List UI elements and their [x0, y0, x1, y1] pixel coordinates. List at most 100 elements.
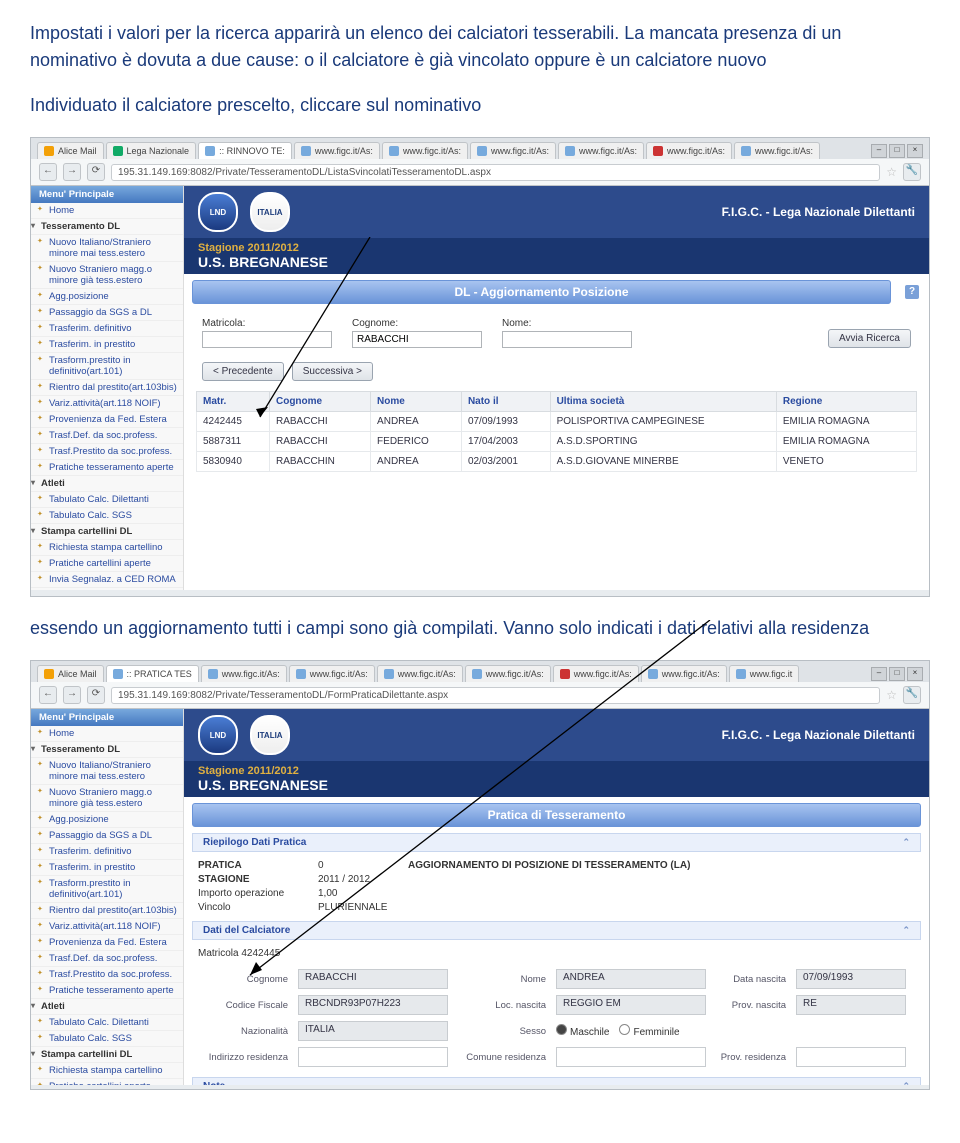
browser-tab[interactable]: www.figc.it/As: [465, 665, 551, 682]
table-row[interactable]: 5830940RABACCHINANDREA 02/03/2001A.S.D.G… [197, 452, 917, 472]
next-page-button[interactable]: Successiva > [292, 362, 373, 381]
menu-item[interactable]: Tabulato Calc. Dilettanti [31, 1015, 183, 1031]
menu-section-atleti[interactable]: Atleti [31, 476, 183, 492]
browser-tab[interactable]: Alice Mail [37, 665, 104, 682]
menu-item[interactable]: Tabulato Calc. SGS [31, 508, 183, 524]
menu-section-tesseramento[interactable]: Tesseramento DL [31, 742, 183, 758]
favicon-icon [648, 669, 658, 679]
menu-item[interactable]: Rientro dal prestito(art.103bis) [31, 380, 183, 396]
menu-item[interactable]: Trasferim. definitivo [31, 321, 183, 337]
browser-tab[interactable]: www.figc.it/As: [289, 665, 375, 682]
close-icon[interactable]: × [907, 667, 923, 681]
back-button[interactable]: ← [39, 686, 57, 704]
menu-item[interactable]: Pratiche tesseramento aperte [31, 983, 183, 999]
minimize-icon[interactable]: – [871, 144, 887, 158]
close-icon[interactable]: × [907, 144, 923, 158]
menu-item[interactable]: Trasf.Def. da soc.profess. [31, 951, 183, 967]
menu-item[interactable]: Passaggio da SGS a DL [31, 828, 183, 844]
reload-button[interactable]: ⟳ [87, 163, 105, 181]
menu-section-tesseramento[interactable]: Tesseramento DL [31, 219, 183, 235]
menu-item[interactable]: Cambia Area [31, 588, 183, 590]
menu-item[interactable]: Rientro dal prestito(art.103bis) [31, 903, 183, 919]
comune-input[interactable] [556, 1047, 706, 1067]
prev-page-button[interactable]: < Precedente [202, 362, 284, 381]
menu-item[interactable]: Trasform.prestito in definitivo(art.101) [31, 353, 183, 380]
browser-tab[interactable]: :: PRATICA TES [106, 665, 199, 682]
maximize-icon[interactable]: □ [889, 144, 905, 158]
menu-section-atleti[interactable]: Atleti [31, 999, 183, 1015]
menu-item[interactable]: Trasf.Prestito da soc.profess. [31, 967, 183, 983]
forward-button[interactable]: → [63, 163, 81, 181]
menu-item[interactable]: Provenienza da Fed. Estera [31, 412, 183, 428]
browser-tab[interactable]: www.figc.it/As: [377, 665, 463, 682]
browser-tab[interactable]: Alice Mail [37, 142, 104, 159]
table-row[interactable]: 4242445RABACCHIANDREA 07/09/1993POLISPOR… [197, 412, 917, 432]
menu-item[interactable]: Nuovo Italiano/Straniero minore mai tess… [31, 235, 183, 262]
browser-tab[interactable]: www.figc.it/As: [646, 142, 732, 159]
bookmark-icon[interactable]: ☆ [886, 688, 897, 702]
nazionalita-value[interactable]: ITALIA [298, 1021, 448, 1041]
matricola-input[interactable] [202, 331, 332, 348]
browser-tab[interactable]: www.figc.it/As: [734, 142, 820, 159]
reload-button[interactable]: ⟳ [87, 686, 105, 704]
menu-item[interactable]: Variz.attività(art.118 NOIF) [31, 919, 183, 935]
section-header-note[interactable]: Note⌃ [192, 1077, 921, 1085]
menu-item[interactable]: Tabulato Calc. SGS [31, 1031, 183, 1047]
browser-tab[interactable]: www.figc.it/As: [382, 142, 468, 159]
menu-item[interactable]: Pratiche tesseramento aperte [31, 460, 183, 476]
nome-input[interactable] [502, 331, 632, 348]
browser-tab[interactable]: www.figc.it/As: [201, 665, 287, 682]
radio-maschile[interactable]: Maschile [556, 1024, 609, 1038]
menu-item[interactable]: Agg.posizione [31, 289, 183, 305]
forward-button[interactable]: → [63, 686, 81, 704]
wrench-icon[interactable]: 🔧 [903, 163, 921, 181]
menu-item[interactable]: Nuovo Straniero magg.o minore già tess.e… [31, 262, 183, 289]
browser-tab[interactable]: www.figc.it/As: [641, 665, 727, 682]
menu-item[interactable]: Trasferim. in prestito [31, 337, 183, 353]
browser-tab[interactable]: Lega Nazionale [106, 142, 197, 159]
menu-item[interactable]: Nuovo Italiano/Straniero minore mai tess… [31, 758, 183, 785]
address-bar[interactable]: 195.31.149.169:8082/Private/Tesseramento… [111, 164, 880, 181]
back-button[interactable]: ← [39, 163, 57, 181]
help-icon[interactable]: ? [905, 285, 919, 299]
menu-item[interactable]: Provenienza da Fed. Estera [31, 935, 183, 951]
menu-item[interactable]: Variz.attività(art.118 NOIF) [31, 396, 183, 412]
menu-item[interactable]: Invia Segnalaz. a CED ROMA [31, 572, 183, 588]
menu-item[interactable]: Pratiche cartellini aperte [31, 556, 183, 572]
section-header-riepilogo[interactable]: Riepilogo Dati Pratica⌃ [192, 833, 921, 852]
cognome-input[interactable] [352, 331, 482, 348]
menu-item[interactable]: Trasform.prestito in definitivo(art.101) [31, 876, 183, 903]
maximize-icon[interactable]: □ [889, 667, 905, 681]
section-header-dati[interactable]: Dati del Calciatore⌃ [192, 921, 921, 940]
menu-item[interactable]: Trasf.Prestito da soc.profess. [31, 444, 183, 460]
wrench-icon[interactable]: 🔧 [903, 686, 921, 704]
table-row[interactable]: 5887311RABACCHIFEDERICO 17/04/2003A.S.D.… [197, 432, 917, 452]
bookmark-icon[interactable]: ☆ [886, 165, 897, 179]
menu-item[interactable]: Passaggio da SGS a DL [31, 305, 183, 321]
menu-item[interactable]: Richiesta stampa cartellino [31, 1063, 183, 1079]
menu-section-stampa[interactable]: Stampa cartellini DL [31, 524, 183, 540]
menu-home[interactable]: Home [31, 203, 183, 219]
menu-item[interactable]: Agg.posizione [31, 812, 183, 828]
menu-item[interactable]: Tabulato Calc. Dilettanti [31, 492, 183, 508]
browser-tab[interactable]: :: RINNOVO TE: [198, 142, 292, 159]
browser-tab[interactable]: www.figc.it/As: [470, 142, 556, 159]
minimize-icon[interactable]: – [871, 667, 887, 681]
radio-femminile[interactable]: Femminile [619, 1024, 679, 1038]
menu-item[interactable]: Trasferim. definitivo [31, 844, 183, 860]
menu-section-stampa[interactable]: Stampa cartellini DL [31, 1047, 183, 1063]
menu-item[interactable]: Trasferim. in prestito [31, 860, 183, 876]
menu-item[interactable]: Richiesta stampa cartellino [31, 540, 183, 556]
menu-item[interactable]: Pratiche cartellini aperte [31, 1079, 183, 1085]
menu-item[interactable]: Nuovo Straniero magg.o minore già tess.e… [31, 785, 183, 812]
search-button[interactable]: Avvia Ricerca [828, 329, 911, 348]
browser-tab[interactable]: www.figc.it [729, 665, 800, 682]
browser-tab[interactable]: www.figc.it/As: [558, 142, 644, 159]
menu-item[interactable]: Trasf.Def. da soc.profess. [31, 428, 183, 444]
prov-res-input[interactable] [796, 1047, 906, 1067]
browser-tab[interactable]: www.figc.it/As: [294, 142, 380, 159]
menu-home[interactable]: Home [31, 726, 183, 742]
browser-tab[interactable]: www.figc.it/As: [553, 665, 639, 682]
address-bar[interactable]: 195.31.149.169:8082/Private/Tesseramento… [111, 687, 880, 704]
indirizzo-input[interactable] [298, 1047, 448, 1067]
